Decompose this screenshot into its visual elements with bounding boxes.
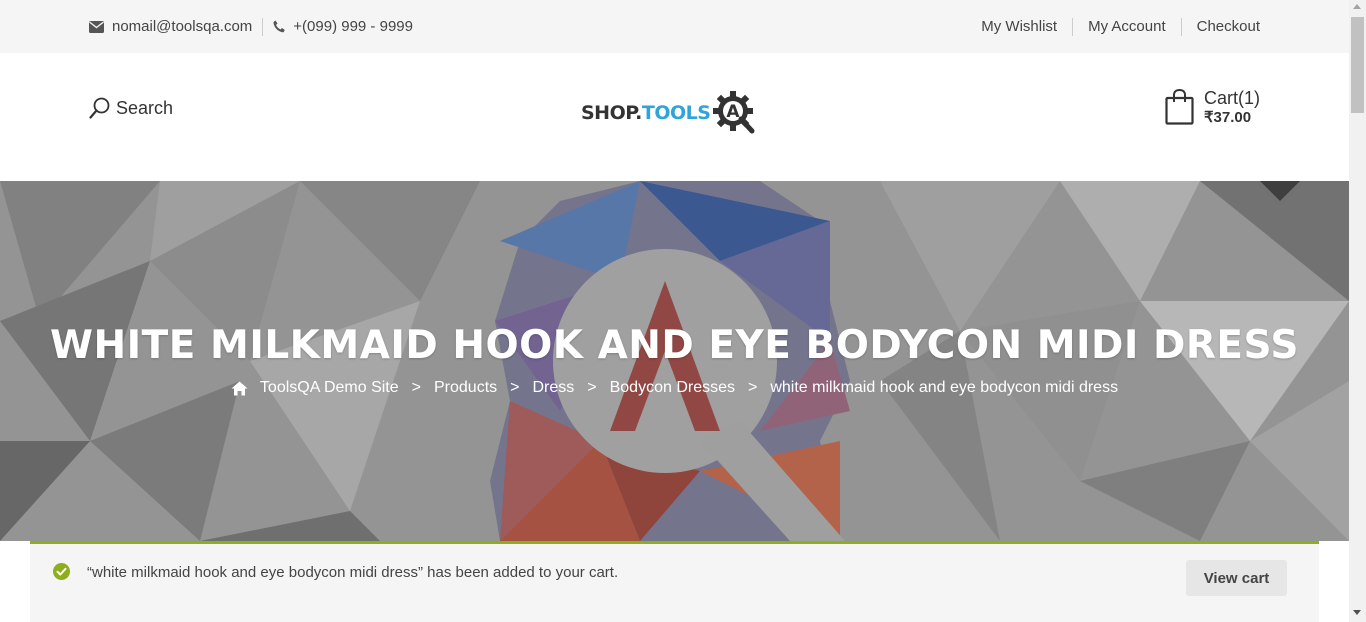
search-button[interactable]: Search	[89, 97, 173, 119]
home-icon[interactable]	[231, 381, 248, 396]
shopping-bag-icon	[1165, 89, 1194, 125]
breadcrumb: ToolsQA Demo Site > Products > Dress > B…	[0, 379, 1349, 397]
page-scrollbar[interactable]	[1349, 0, 1366, 622]
breadcrumb-current: white milkmaid hook and eye bodycon midi…	[770, 379, 1119, 396]
logo-gear-icon: A	[713, 91, 755, 134]
page-hero-banner: WHITE MILKMAID HOOK AND EYE BODYCON MIDI…	[0, 181, 1349, 541]
cart-label: Cart(1)	[1203, 88, 1260, 108]
envelope-icon	[89, 20, 104, 33]
divider	[1072, 17, 1074, 36]
svg-text:A: A	[727, 102, 741, 122]
breadcrumb-home[interactable]: ToolsQA Demo Site	[260, 379, 399, 397]
my-wishlist-link[interactable]: My Wishlist	[981, 18, 1057, 35]
divider	[262, 17, 264, 36]
email-text: nomail@toolsqa.com	[112, 18, 253, 35]
email-contact[interactable]: nomail@toolsqa.com	[89, 18, 252, 35]
cart-button[interactable]: Cart(1) ₹37.00	[1165, 89, 1260, 125]
page-title: WHITE MILKMAID HOOK AND EYE BODYCON MIDI…	[50, 323, 1299, 368]
top-bar: nomail@toolsqa.com +(099) 999 - 9999 My …	[0, 0, 1349, 53]
phone-text: +(099) 999 - 9999	[293, 18, 413, 35]
scroll-down-arrow-icon[interactable]	[1353, 610, 1361, 615]
scrollbar-thumb[interactable]	[1351, 17, 1364, 113]
breadcrumb-separator: >	[411, 379, 421, 396]
cart-success-notice: “white milkmaid hook and eye bodycon mid…	[30, 541, 1319, 622]
site-header: Search SHOP. TOOLS A Cart(1) ₹37.00	[0, 53, 1349, 181]
site-logo[interactable]: SHOP. TOOLS A	[581, 90, 758, 136]
cart-amount: ₹37.00	[1203, 109, 1252, 126]
my-account-link[interactable]: My Account	[1088, 18, 1166, 35]
scroll-up-arrow-icon[interactable]	[1353, 4, 1361, 9]
breadcrumb-separator: >	[748, 379, 758, 396]
breadcrumb-bodycon-dresses[interactable]: Bodycon Dresses	[610, 379, 735, 397]
check-circle-icon	[53, 563, 70, 580]
logo-text-shop: SHOP.	[581, 102, 642, 124]
breadcrumb-dress[interactable]: Dress	[532, 379, 574, 397]
search-icon	[89, 97, 110, 119]
breadcrumb-products[interactable]: Products	[434, 379, 497, 397]
notice-message: “white milkmaid hook and eye bodycon mid…	[87, 564, 619, 581]
phone-contact[interactable]: +(099) 999 - 9999	[273, 18, 413, 35]
cart-summary: Cart(1) ₹37.00	[1204, 89, 1260, 125]
breadcrumb-separator: >	[587, 379, 597, 396]
checkout-link[interactable]: Checkout	[1197, 18, 1260, 35]
search-label: Search	[116, 97, 174, 118]
contact-info: nomail@toolsqa.com +(099) 999 - 9999	[89, 0, 413, 53]
divider	[1180, 17, 1182, 36]
breadcrumb-separator: >	[510, 379, 520, 396]
phone-icon	[273, 20, 286, 33]
logo-text-tools: TOOLS	[641, 102, 711, 124]
view-cart-button[interactable]: View cart	[1186, 560, 1287, 596]
account-links: My Wishlist My Account Checkout	[981, 0, 1260, 53]
